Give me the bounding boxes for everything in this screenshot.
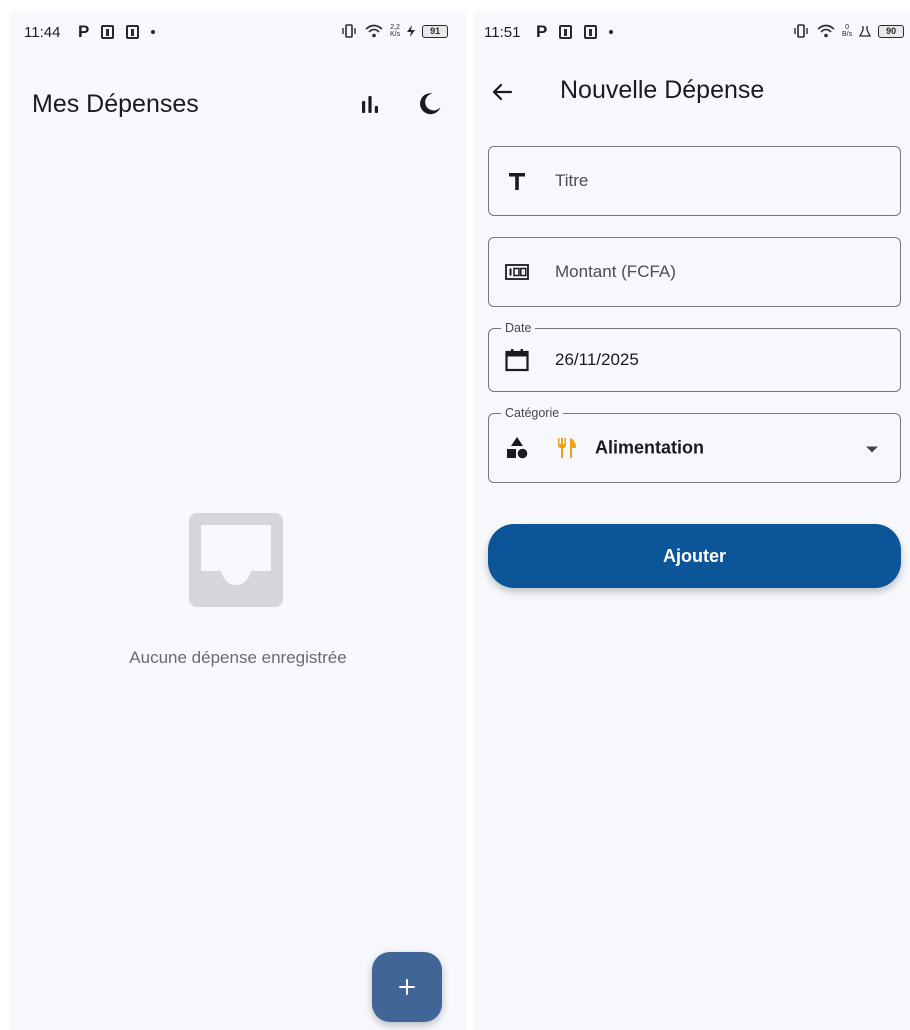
status-system-icons: 2,2 K/s 91 xyxy=(340,24,449,38)
date-picker-field[interactable]: Date 26/11/2025 xyxy=(488,321,901,392)
category-select[interactable]: Catégorie Alimentation xyxy=(488,406,901,483)
category-shapes-icon xyxy=(503,434,531,462)
category-selected-value: Alimentation xyxy=(595,437,705,458)
notification-app-icon xyxy=(584,25,598,39)
dark-mode-toggle[interactable] xyxy=(414,88,446,120)
page-title: Nouvelle Dépense xyxy=(560,76,765,104)
parking-app-icon: P xyxy=(536,22,548,41)
vibrate-icon xyxy=(342,24,356,38)
device-screenshot-canvas: 11:44 P 2,2 K/s 91 Mes Dépenses Aucune d… xyxy=(0,0,910,1030)
battery-indicator: 91 xyxy=(422,24,449,38)
wifi-icon xyxy=(817,24,835,38)
title-placeholder: Titre xyxy=(555,171,589,190)
amount-input[interactable]: Montant (FCFA) xyxy=(488,237,901,307)
empty-state-message: Aucune dépense enregistrée xyxy=(129,648,347,667)
network-speed: 2,2 K/s xyxy=(390,24,400,38)
status-notification-icons: P xyxy=(78,22,156,41)
notification-app-icon xyxy=(101,25,115,39)
arrow-back-icon xyxy=(492,83,513,101)
calendar-icon xyxy=(503,346,531,374)
date-label: Date xyxy=(501,321,536,335)
more-notifications-dot-icon xyxy=(609,30,614,34)
money-100-icon xyxy=(503,258,531,286)
lab-flask-icon xyxy=(859,26,872,37)
bar-chart-icon xyxy=(362,96,378,113)
expenses-list-screen: 11:44 P 2,2 K/s 91 Mes Dépenses Aucune d… xyxy=(10,12,466,1030)
dark-mode-moon-icon xyxy=(420,93,441,115)
parking-app-icon: P xyxy=(78,22,90,41)
status-time: 11:44 xyxy=(24,24,61,41)
category-label: Catégorie xyxy=(501,406,564,420)
new-expense-screen: 11:51 P 0 B/s 90 Nouvelle Dépense Titre … xyxy=(474,12,910,1030)
network-speed-value: 2,2 xyxy=(390,24,400,31)
network-speed-unit: B/s xyxy=(842,31,853,38)
add-button[interactable]: Ajouter xyxy=(488,524,901,588)
back-button[interactable] xyxy=(488,78,520,110)
app-bar: Mes Dépenses xyxy=(10,76,466,132)
inbox-icon xyxy=(189,513,283,607)
title-t-icon xyxy=(503,167,531,195)
status-bar: 11:44 P 2,2 K/s 91 xyxy=(10,12,466,52)
status-notification-icons: P xyxy=(536,22,614,41)
status-bar: 11:51 P 0 B/s 90 xyxy=(474,12,910,52)
title-input[interactable]: Titre xyxy=(488,146,901,216)
notification-app-icon xyxy=(126,25,140,39)
status-time: 11:51 xyxy=(484,24,521,41)
statistics-button[interactable] xyxy=(354,88,386,120)
network-speed-unit: K/s xyxy=(390,31,401,38)
vibrate-icon xyxy=(794,24,808,38)
network-speed: 0 B/s xyxy=(842,24,852,38)
amount-placeholder: Montant (FCFA) xyxy=(555,262,676,281)
network-speed-value: 0 xyxy=(845,24,850,31)
chevron-down-icon xyxy=(866,446,878,453)
add-expense-fab[interactable] xyxy=(372,952,442,1022)
wifi-icon xyxy=(365,24,383,38)
fork-knife-icon xyxy=(558,438,576,458)
date-value: 26/11/2025 xyxy=(555,350,639,369)
status-system-icons: 0 B/s 90 xyxy=(792,24,905,38)
plus-icon xyxy=(399,979,415,995)
charging-bolt-icon xyxy=(407,25,416,37)
more-notifications-dot-icon xyxy=(151,30,156,34)
page-title: Mes Dépenses xyxy=(32,90,199,118)
notification-app-icon xyxy=(559,25,573,39)
battery-indicator: 90 xyxy=(878,24,905,38)
